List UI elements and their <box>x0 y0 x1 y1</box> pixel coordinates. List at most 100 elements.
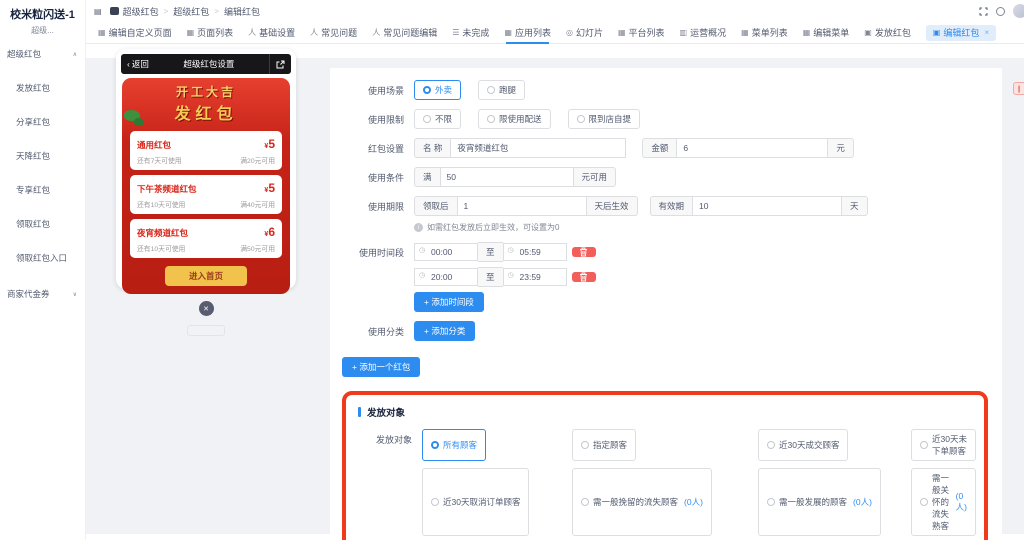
collapse-menu-icon[interactable]: ▤ <box>94 7 102 16</box>
radio-icon <box>581 441 589 449</box>
grid-icon: ▦ <box>504 28 512 37</box>
radio-icon <box>576 115 585 123</box>
radio-audience-specified[interactable]: 指定顾客 <box>572 429 637 461</box>
app-subtitle: 超级... <box>31 26 54 35</box>
radio-restrict-none[interactable]: 不限 <box>414 109 462 129</box>
radio-audience-develop-normal[interactable]: 需一般发展的顾客 (0人) <box>758 468 881 536</box>
sidebar-item-tianjiang[interactable]: 天降红包 <box>0 150 85 162</box>
tab-basic-settings[interactable]: 人基础设置 <box>248 22 295 44</box>
close-icon[interactable]: × <box>984 28 989 37</box>
add-category-button[interactable]: + 添加分类 <box>414 321 476 341</box>
breadcrumb-item[interactable]: 超级红包 <box>123 5 159 18</box>
tab-edit-custom-page[interactable]: ▦ 编辑自定义页面 <box>98 22 172 44</box>
tab-faq[interactable]: 人常见问题 <box>310 22 357 44</box>
field-label: 红包设置 <box>367 144 404 154</box>
tab-label: 发放红包 <box>874 28 911 38</box>
phone-preview: ‹ 返回 超级红包设置 开工大吉 发红包 通用红包 ¥5 还有7天可使用 满20… <box>116 49 296 336</box>
validity-input[interactable] <box>692 196 843 216</box>
packet-amount-input[interactable] <box>676 138 829 158</box>
tab-menu-list[interactable]: ▦ 菜单列表 <box>741 22 788 44</box>
app-title: 校米粒闪送-1 <box>10 9 75 21</box>
delete-timerange-button[interactable] <box>571 272 596 282</box>
field-label: 使用期限 <box>367 202 404 212</box>
radio-restrict-delivery[interactable]: 限使用配送 <box>478 109 551 129</box>
chip-label: 外卖 <box>435 85 453 95</box>
close-icon[interactable]: ✕ <box>198 301 214 316</box>
radio-icon <box>767 498 775 506</box>
feedback-edge-badge[interactable]: ❙ <box>1013 82 1024 95</box>
refresh-icon[interactable] <box>996 6 1005 16</box>
radio-audience-retain-normal[interactable]: 需一般挽留的流失顾客 (0人) <box>572 468 712 536</box>
coupon-card: 通用红包 ¥5 还有7天可使用 满20元可用 <box>130 131 282 170</box>
sidebar-item-fenxiang[interactable]: 分享红包 <box>0 116 85 128</box>
radio-icon <box>431 498 439 506</box>
tab-label: 平台列表 <box>628 28 665 38</box>
banner-line2: 发红包 <box>174 106 238 123</box>
chip-count: (0人) <box>955 491 968 512</box>
radio-audience-30d-noorder[interactable]: 近30天未下单顾客 <box>911 429 976 461</box>
form-row-audience: 发放对象 所有顾客 指定顾客 近30天成交顾客 近30天未下单顾客 近30天取消… <box>348 429 976 540</box>
tab-label: 页面列表 <box>197 28 234 38</box>
chevron-left-icon: ‹ <box>127 59 130 69</box>
tab-page-list[interactable]: ▦ 页面列表 <box>187 22 234 44</box>
radio-audience-all[interactable]: 所有顾客 <box>422 429 487 461</box>
radio-audience-care-normal[interactable]: 需一般关怀的流失熟客 (0人) <box>911 468 976 536</box>
back-button[interactable]: ‹ 返回 <box>121 58 149 70</box>
add-timerange-button[interactable]: + 添加时间段 <box>414 292 484 312</box>
share-icon[interactable] <box>269 54 291 74</box>
tabbar: ▦ 编辑自定义页面 ▦ 页面列表 人基础设置 人常见问题 人常见问题编辑 ☰ 未完成 … <box>86 22 1024 44</box>
enter-home-button[interactable]: 进入首页 <box>164 266 247 286</box>
radio-audience-30d-cancel[interactable]: 近30天取消订单顾客 <box>422 468 530 536</box>
redpacket-icon: ▣ <box>864 28 872 37</box>
packet-name-input[interactable] <box>450 138 627 158</box>
banner-line1: 开工大吉 <box>175 85 236 99</box>
breadcrumb-separator: > <box>214 6 219 16</box>
breadcrumb-item[interactable]: 超级红包 <box>173 5 209 18</box>
banner: 开工大吉 发红包 <box>122 78 290 126</box>
tab-platform-list[interactable]: ▦ 平台列表 <box>618 22 665 44</box>
fullscreen-icon[interactable] <box>979 7 988 16</box>
sidebar: 校米粒闪送-1 超级... 超级红包 ∧ 发放红包 分享红包 天降红包 专享红包… <box>0 0 86 540</box>
sidebar-group-coupon[interactable]: 商家代金券 ∨ <box>0 288 85 300</box>
radio-restrict-pickup[interactable]: 限到店自提 <box>567 109 641 129</box>
radio-scene-paotui[interactable]: 跑腿 <box>478 80 526 100</box>
radio-scene-waimai[interactable]: 外卖 <box>414 80 462 100</box>
tab-unfinished[interactable]: ☰ 未完成 <box>452 22 489 44</box>
chevron-down-icon: ∨ <box>72 291 77 298</box>
condition-input[interactable] <box>439 167 574 187</box>
sidebar-group-label: 商家代金券 <box>7 289 50 299</box>
avatar[interactable] <box>1013 4 1024 18</box>
tab-label: 菜单列表 <box>751 28 788 38</box>
tab-send-redpacket[interactable]: ▣ 发放红包 <box>864 22 911 44</box>
sidebar-group-super-redpacket[interactable]: 超级红包 ∧ <box>0 48 85 60</box>
field-label: 使用分类 <box>367 327 404 337</box>
tab-app-list[interactable]: ▦ 应用列表 <box>504 22 551 44</box>
breadcrumb-item[interactable]: 编辑红包 <box>224 5 260 18</box>
tab-edit-redpacket[interactable]: ▣ 编辑红包 × <box>925 24 997 41</box>
tab-slides[interactable]: ◎ 幻灯片 <box>566 22 603 44</box>
period-delay-input[interactable] <box>456 196 587 216</box>
amount-unit: 元 <box>828 138 854 158</box>
delete-timerange-button[interactable] <box>571 247 596 257</box>
form-row-period-note: i 如需红包发放后立即生效，可设置为0 <box>340 220 988 233</box>
add-redpacket-button[interactable]: + 添加一个红包 <box>342 357 421 377</box>
coupon-amount: ¥6 <box>264 225 275 239</box>
radio-icon <box>920 441 928 449</box>
sidebar-item-fafang[interactable]: 发放红包 <box>0 82 85 94</box>
field-label: 使用场景 <box>367 86 404 96</box>
validity-unit: 天 <box>842 196 868 216</box>
radio-icon <box>581 498 589 506</box>
clock-icon: ◷ <box>507 247 514 254</box>
radio-audience-30d-deal[interactable]: 近30天成交顾客 <box>758 429 849 461</box>
sidebar-item-zhuanxiang[interactable]: 专享红包 <box>0 184 85 196</box>
radio-icon <box>920 498 928 506</box>
tab-menu-edit[interactable]: ▦ 编辑菜单 <box>803 22 850 44</box>
coupon-name: 下午茶频道红包 <box>137 184 197 194</box>
form-row-condition: 使用条件 满 元可用 <box>340 167 988 187</box>
sidebar-item-lingqu[interactable]: 领取红包 <box>0 218 85 230</box>
sidebar-item-lingqu-rukou[interactable]: 领取红包入口 <box>0 252 85 264</box>
tab-operation-overview[interactable]: ▥ 运营概况 <box>680 22 727 44</box>
radio-icon <box>487 86 496 94</box>
chip-label: 限使用配送 <box>499 114 542 124</box>
tab-faq-edit[interactable]: 人常见问题编辑 <box>372 22 437 44</box>
